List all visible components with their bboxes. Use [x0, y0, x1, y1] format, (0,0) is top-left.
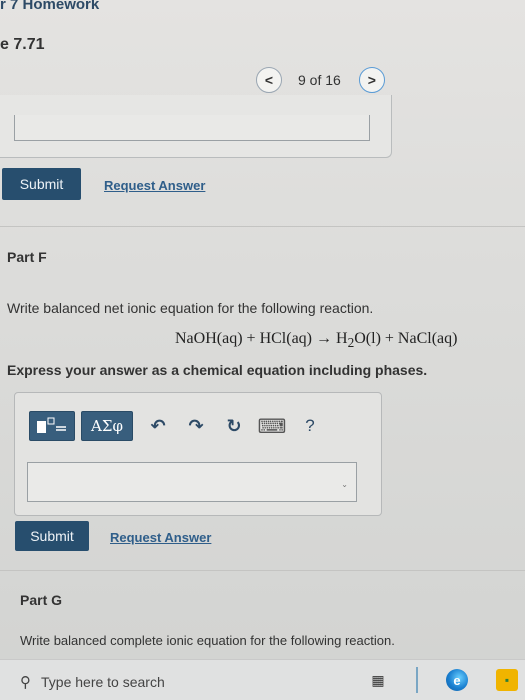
reaction-arrow: →	[316, 330, 332, 347]
part-g-question: Write balanced complete ionic equation f…	[20, 633, 395, 648]
answer-panel: ΑΣφ ↶ ↷ ↻ ⌨ ? ⌄	[14, 392, 382, 516]
request-answer-link-prev[interactable]: Request Answer	[104, 178, 205, 193]
templates-button[interactable]	[29, 411, 75, 441]
reaction-equation: NaOH(aq) + HCl(aq) → H2O(l) + NaCl(aq)	[175, 330, 457, 351]
part-g-label: Part G	[20, 592, 63, 608]
divider	[0, 570, 525, 571]
product-nacl: NaCl(aq)	[397, 330, 458, 347]
edge-icon[interactable]: e	[446, 669, 468, 691]
next-problem-button[interactable]: >	[358, 67, 385, 93]
chevron-left-icon: <	[264, 72, 274, 88]
chevron-right-icon: >	[367, 72, 376, 88]
task-view-icon[interactable]: ▦	[368, 669, 388, 691]
search-icon: ⚲	[20, 674, 31, 691]
reset-icon[interactable]: ↻	[217, 411, 251, 441]
undo-icon[interactable]: ↶	[141, 411, 175, 441]
help-icon[interactable]: ?	[295, 411, 325, 441]
redo-icon[interactable]: ↷	[179, 411, 213, 441]
part-f-label: Part F	[7, 249, 47, 265]
divider	[0, 226, 525, 227]
submit-button[interactable]: Submit	[15, 521, 89, 551]
taskbar-icons: ▦ e ▪	[368, 667, 518, 693]
greek-symbols-button[interactable]: ΑΣφ	[81, 411, 133, 441]
resize-handle-icon: ⌄	[341, 480, 348, 489]
plus-sign: +	[246, 330, 256, 347]
windows-taskbar: ⚲ Type here to search ▦ e ▪	[0, 659, 525, 700]
screen: r 7 Homework e 7.71 < 9 of 16 > Submit R…	[0, 0, 525, 700]
taskbar-search[interactable]: ⚲ Type here to search	[20, 668, 350, 696]
answer-input[interactable]: ⌄	[27, 462, 357, 502]
equation-toolbar: ΑΣφ ↶ ↷ ↻ ⌨ ?	[29, 411, 325, 441]
problem-title: e 7.71	[0, 36, 45, 53]
store-icon[interactable]: ▪	[496, 669, 518, 691]
submit-button-prev[interactable]: Submit	[2, 168, 81, 200]
search-placeholder: Type here to search	[41, 674, 165, 690]
problem-pager: < 9 of 16 >	[256, 67, 385, 93]
problem-counter: 9 of 16	[298, 72, 341, 88]
part-f-question: Write balanced net ionic equation for th…	[7, 300, 374, 316]
request-answer-link[interactable]: Request Answer	[110, 530, 211, 545]
keyboard-icon[interactable]: ⌨	[255, 411, 289, 441]
assignment-title: r 7 Homework	[0, 0, 100, 13]
taskbar-separator	[416, 667, 418, 693]
previous-answer-panel	[0, 95, 392, 158]
answer-instruction: Express your answer as a chemical equati…	[7, 362, 428, 378]
reactant-hcl: HCl(aq)	[259, 330, 312, 347]
template-icon	[37, 417, 66, 433]
previous-answer-field[interactable]	[14, 115, 370, 141]
reactant-naoh: NaOH(aq)	[175, 330, 243, 347]
plus-sign: +	[384, 330, 394, 347]
product-water: H2O(l)	[336, 330, 381, 351]
previous-problem-button[interactable]: <	[256, 67, 282, 93]
